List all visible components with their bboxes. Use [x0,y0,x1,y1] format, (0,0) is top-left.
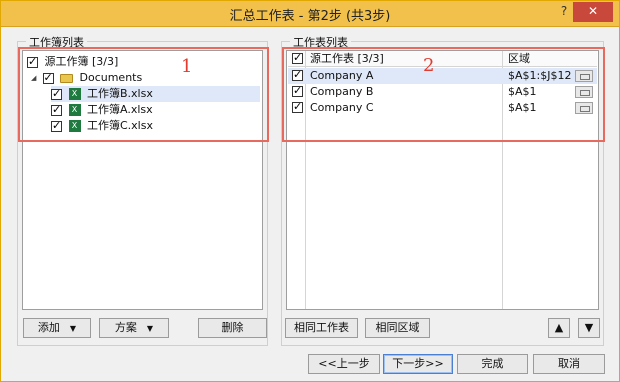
finish-button[interactable]: 完成 [457,354,528,374]
next-step-button[interactable]: 下一步>> [383,354,453,374]
highlight-frame [18,47,269,142]
wizard-window: 汇总工作表 - 第2步 (共3步) ? ✕ 工作簿列表 源工作簿 [3/3] ◢… [0,0,620,382]
scheme-label: 方案 [114,321,137,334]
dropdown-arrow-icon: ▼ [69,324,77,333]
dropdown-arrow-icon: ▼ [146,324,154,333]
close-button[interactable]: ✕ [573,2,613,22]
delete-button[interactable]: 删除 [198,318,267,338]
title-bar: 汇总工作表 - 第2步 (共3步) ? ✕ [1,1,619,27]
add-label: 添加 [37,321,60,334]
help-button[interactable]: ? [556,4,572,22]
same-sheet-button[interactable]: 相同工作表 [285,318,358,338]
add-dropdown-button[interactable]: 添加 ▼ [23,318,91,338]
window-title: 汇总工作表 - 第2步 (共3步) [229,9,391,24]
worksheet-list-group: 工作表列表 源工作表 [3/3] 区域 Company A $A$1:$J$12… [281,34,605,346]
highlight-frame [282,47,605,142]
same-range-button[interactable]: 相同区域 [365,318,430,338]
workbook-list-group: 工作簿列表 源工作簿 [3/3] ◢ Documents X 工作簿B.xlsx… [17,34,269,346]
scheme-dropdown-button[interactable]: 方案 ▼ [99,318,169,338]
prev-step-button[interactable]: <<上一步 [308,354,380,374]
move-up-button[interactable]: ▲ [548,318,570,338]
annotation-number-2: 2 [423,55,435,76]
move-down-button[interactable]: ▼ [578,318,600,338]
cancel-button[interactable]: 取消 [533,354,605,374]
annotation-number-1: 1 [181,56,193,77]
